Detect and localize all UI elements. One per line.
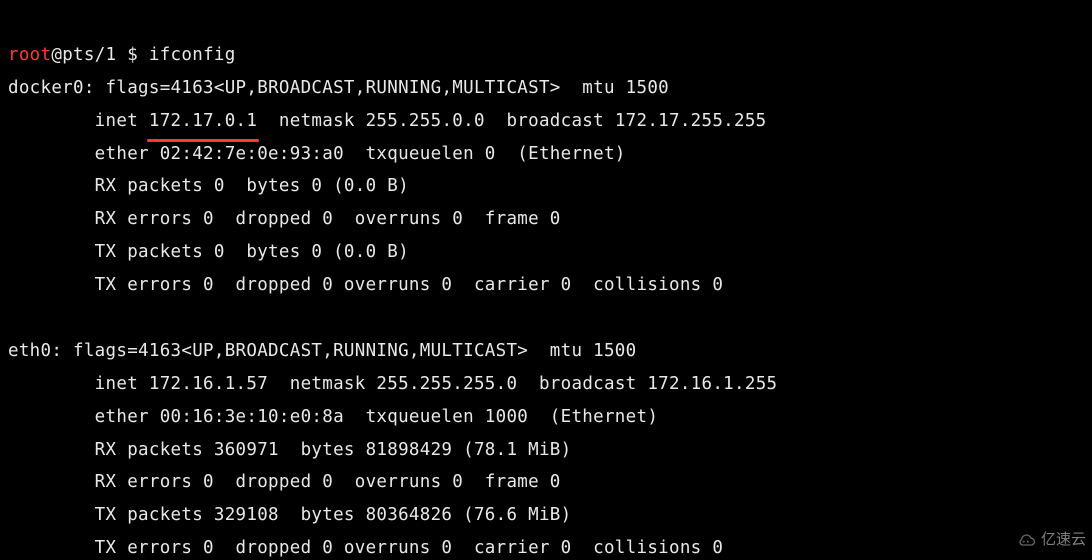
watermark: 亿速云 — [1017, 526, 1086, 554]
terminal-output[interactable]: root@pts/1 $ ifconfig docker0: flags=416… — [0, 0, 1092, 560]
inet-prefix: inet — [8, 374, 149, 394]
iface-name: docker0 — [8, 78, 84, 98]
rx-errors-line: RX errors 0 dropped 0 overruns 0 frame 0 — [8, 472, 561, 492]
rx-errors-line: RX errors 0 dropped 0 overruns 0 frame 0 — [8, 209, 561, 229]
inet-line: inet 172.16.1.57 netmask 255.255.255.0 b… — [8, 374, 777, 394]
inet-line: inet 172.17.0.1 netmask 255.255.0.0 broa… — [8, 111, 767, 131]
tx-packets-line: TX packets 329108 bytes 80364826 (76.6 M… — [8, 505, 571, 525]
inet-address: 172.16.1.57 — [149, 374, 268, 394]
tx-errors-line: TX errors 0 dropped 0 overruns 0 carrier… — [8, 275, 723, 295]
rx-packets-line: RX packets 360971 bytes 81898429 (78.1 M… — [8, 440, 571, 460]
prompt-at: @ — [51, 45, 62, 65]
cloud-icon — [1017, 530, 1037, 550]
prompt-dollar: $ — [116, 45, 149, 65]
tx-errors-line: TX errors 0 dropped 0 overruns 0 carrier… — [8, 538, 723, 558]
tx-packets-line: TX packets 0 bytes 0 (0.0 B) — [8, 242, 409, 262]
prompt-host: pts/1 — [62, 45, 116, 65]
inet-prefix: inet — [8, 111, 149, 131]
prompt-line: root@pts/1 $ ifconfig — [8, 45, 236, 65]
iface-header: docker0: flags=4163<UP,BROADCAST,RUNNING… — [8, 78, 669, 98]
ether-line: ether 00:16:3e:10:e0:8a txqueuelen 1000 … — [8, 407, 658, 427]
iface-flags: : flags=4163<UP,BROADCAST,RUNNING,MULTIC… — [51, 341, 636, 361]
rx-packets-line: RX packets 0 bytes 0 (0.0 B) — [8, 176, 409, 196]
iface-header: eth0: flags=4163<UP,BROADCAST,RUNNING,MU… — [8, 341, 636, 361]
command: ifconfig — [149, 45, 236, 65]
watermark-text: 亿速云 — [1041, 526, 1086, 554]
prompt-user: root — [8, 45, 51, 65]
inet-rest: netmask 255.255.255.0 broadcast 172.16.1… — [268, 374, 777, 394]
inet-address-highlight: 172.17.0.1 — [149, 105, 257, 138]
inet-rest: netmask 255.255.0.0 broadcast 172.17.255… — [257, 111, 766, 131]
iface-name: eth0 — [8, 341, 51, 361]
iface-flags: : flags=4163<UP,BROADCAST,RUNNING,MULTIC… — [84, 78, 669, 98]
ether-line: ether 02:42:7e:0e:93:a0 txqueuelen 0 (Et… — [8, 144, 626, 164]
